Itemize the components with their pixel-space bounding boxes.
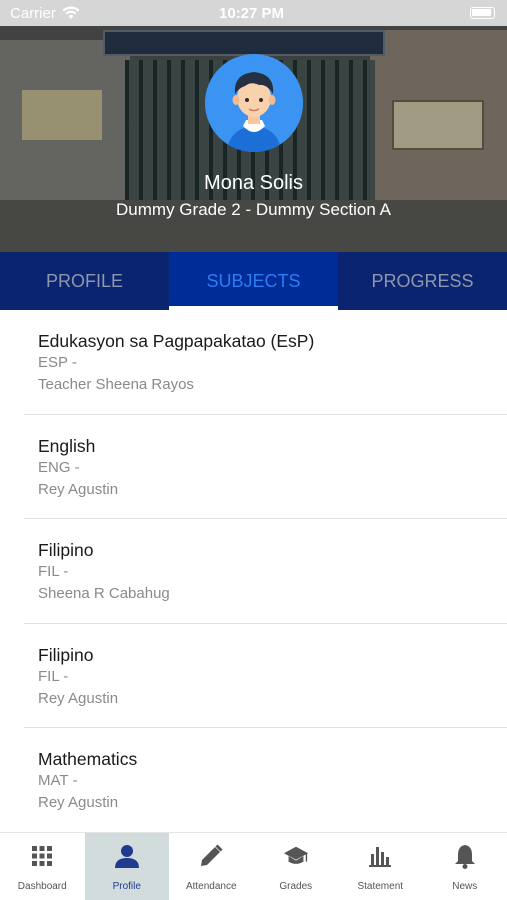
subject-title: Mathematics — [38, 749, 138, 769]
subject-title: Filipino — [38, 540, 94, 560]
battery-icon — [470, 7, 495, 19]
bell-icon — [452, 843, 478, 869]
tab-progress[interactable]: PROGRESS — [338, 252, 507, 310]
tab-profile[interactable]: PROFILE — [0, 252, 169, 310]
person-icon — [114, 843, 140, 869]
pencil-icon — [198, 843, 224, 869]
subject-code: ESP - — [38, 354, 77, 371]
subject-teacher: Rey Agustin — [38, 480, 119, 498]
subject-code: ENG - — [38, 458, 80, 476]
nav-profile[interactable]: Profile — [84, 833, 169, 900]
subject-list-item[interactable]: Edukasyon sa Pagpapakatao (EsP) ESP - Te… — [24, 310, 507, 415]
nav-dashboard[interactable]: Dashboard — [0, 833, 85, 900]
nav-attendance[interactable]: Attendance — [169, 833, 254, 900]
subject-list-item[interactable]: English ENG - Rey Agustin — [24, 415, 507, 519]
subject-code: FIL - — [38, 667, 69, 685]
tab-subjects[interactable]: SUBJECTS — [169, 252, 338, 310]
subject-list-item[interactable]: Filipino FIL - Sheena R Cabahug — [24, 519, 507, 624]
tab-bar: PROFILE SUBJECTS PROGRESS — [0, 252, 507, 310]
nav-label: News — [452, 881, 478, 892]
subject-list-item[interactable]: Filipino FIL - Rey Agustin — [24, 624, 507, 728]
subject-list: Edukasyon sa Pagpapakatao (EsP) ESP - Te… — [0, 310, 507, 832]
boy-avatar-icon — [205, 54, 303, 152]
subject-teacher: Sheena R Cabahug — [38, 585, 170, 602]
carrier-label: Carrier — [10, 5, 56, 22]
subject-teacher: Rey Agustin — [38, 689, 119, 707]
nav-label: Dashboard — [17, 881, 67, 892]
nav-news[interactable]: News — [423, 833, 507, 900]
student-avatar — [205, 54, 303, 152]
nav-label: Grades — [279, 881, 313, 892]
subject-title: Edukasyon sa Pagpapakatao (EsP) — [38, 331, 315, 351]
nav-label: Statement — [357, 881, 404, 892]
subject-teacher: Teacher Sheena Rayos — [38, 376, 194, 393]
bottom-nav: Dashboard Profile Attendance Grades Stat… — [0, 832, 507, 900]
bar-chart-icon — [367, 843, 393, 869]
nav-statement[interactable]: Statement — [338, 833, 423, 900]
subject-title: English — [38, 435, 96, 456]
graduation-cap-icon — [283, 843, 309, 869]
wifi-icon — [62, 6, 80, 19]
clock: 10:27 PM — [219, 5, 285, 22]
nav-label: Attendance — [185, 881, 237, 892]
subject-teacher: Rey Agustin — [38, 794, 119, 811]
subject-code: MAT - — [38, 772, 78, 789]
student-name: Mona Solis — [204, 172, 303, 194]
subject-code: FIL - — [38, 563, 69, 580]
grid-icon — [29, 843, 55, 869]
subject-title: Filipino — [38, 644, 94, 665]
nav-grades[interactable]: Grades — [254, 833, 339, 900]
subject-list-item[interactable]: Mathematics MAT - Rey Agustin — [24, 728, 507, 832]
grade-section: Dummy Grade 2 - Dummy Section A — [116, 200, 391, 219]
status-bar: Carrier 10:27 PM — [0, 0, 507, 26]
nav-label: Profile — [112, 881, 141, 892]
